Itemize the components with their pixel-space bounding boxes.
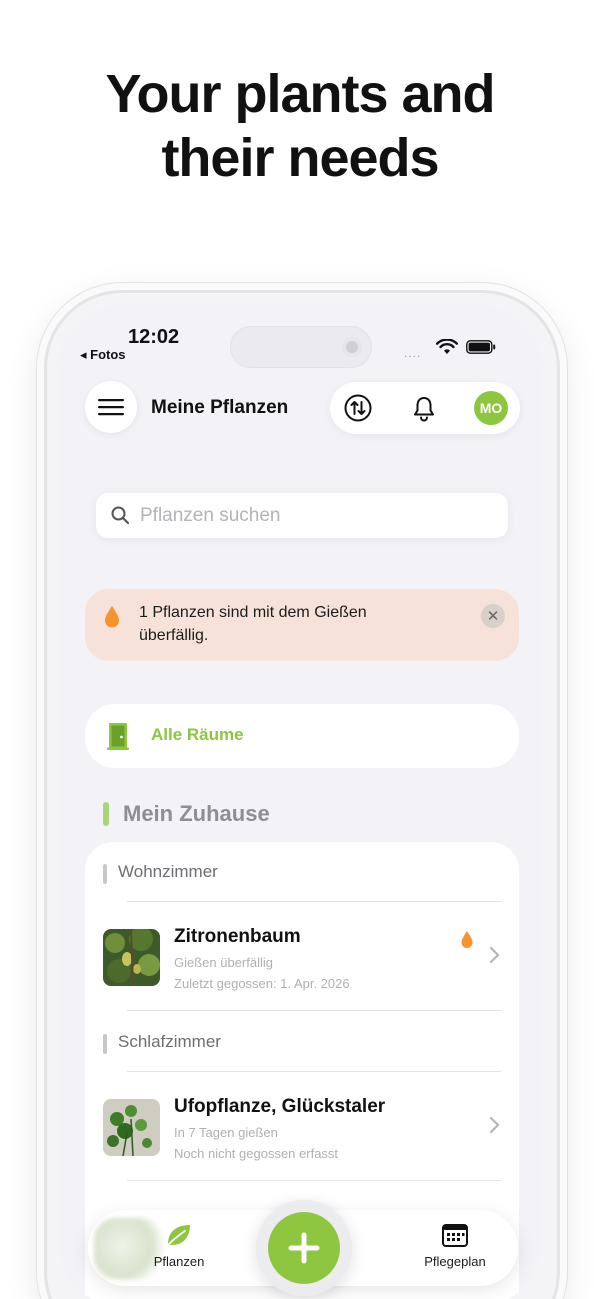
- calendar-icon: [442, 1224, 468, 1247]
- plant-photo: [103, 1099, 160, 1156]
- overdue-alert[interactable]: 1 Pflanzen sind mit dem Gießen überfälli…: [85, 589, 519, 661]
- menu-button[interactable]: [85, 381, 137, 433]
- avatar[interactable]: MO: [474, 391, 508, 425]
- plant-status: In 7 Tagen gießen: [174, 1125, 278, 1140]
- status-time: 12:02: [128, 326, 180, 348]
- header-actions: MO: [330, 382, 520, 434]
- close-icon[interactable]: ✕: [481, 604, 505, 628]
- chevron-right-icon: [489, 1116, 500, 1134]
- chevron-right-icon: [489, 946, 500, 964]
- alert-message: 1 Pflanzen sind mit dem Gießen überfälli…: [139, 604, 367, 644]
- battery-icon: [466, 340, 496, 354]
- camera-icon: [342, 337, 362, 357]
- divider: [127, 901, 501, 902]
- plant-name: Zitronenbaum: [174, 926, 301, 947]
- app-screen: 12:02 ◂ Fotos .... Meine Pflanzen MO Pfl…: [58, 306, 542, 1299]
- plant-row-zitronenbaum[interactable]: Zitronenbaum Gießen überfällig Zuletzt g…: [85, 925, 519, 1015]
- headline-line-2: their needs: [161, 128, 439, 188]
- plant-name: Ufopflanze, Glückstaler: [174, 1096, 386, 1117]
- dynamic-island: [230, 326, 372, 368]
- plus-icon: [288, 1232, 320, 1264]
- divider: [127, 1180, 501, 1181]
- leaf-icon: [167, 1225, 190, 1246]
- tab-care-plan-label: Pflegeplan: [424, 1254, 486, 1269]
- headline-line-1: Your plants and: [105, 64, 495, 124]
- door-icon: [107, 723, 129, 750]
- room-accent-bar: [103, 1034, 107, 1054]
- plant-last-watered: Zuletzt gegossen: 1. Apr. 2026: [174, 976, 350, 991]
- tab-plants-label: Pflanzen: [153, 1254, 205, 1269]
- sort-icon[interactable]: [343, 393, 373, 423]
- water-drop-icon: [105, 606, 119, 628]
- menu-icon: [98, 399, 124, 416]
- search-bar: [96, 493, 508, 538]
- room-name: Wohnzimmer: [118, 862, 218, 881]
- plant-last-watered: Noch nicht gegossen erfasst: [174, 1146, 339, 1161]
- tab-plants[interactable]: Pflanzen: [124, 1222, 234, 1269]
- room-accent-bar: [103, 864, 107, 884]
- add-plant-button[interactable]: [268, 1212, 340, 1284]
- tab-care-plan[interactable]: Pflegeplan: [400, 1222, 510, 1269]
- divider: [127, 1010, 501, 1011]
- search-icon: [111, 506, 130, 525]
- wifi-icon: [436, 339, 458, 354]
- room-name: Schlafzimmer: [118, 1032, 221, 1051]
- bell-icon[interactable]: [410, 394, 438, 422]
- back-to-app-link[interactable]: ◂ Fotos: [80, 347, 126, 363]
- page-title: Meine Pflanzen: [151, 397, 289, 418]
- plant-row-ufopflanze[interactable]: Ufopflanze, Glückstaler In 7 Tagen gieße…: [85, 1095, 519, 1185]
- section-title: Mein Zuhause: [123, 801, 270, 826]
- divider: [127, 1071, 501, 1072]
- promo-headline: Your plants and their needs: [0, 62, 600, 190]
- section-accent-bar: [103, 802, 109, 826]
- signal-icon: ....: [404, 346, 422, 360]
- plant-status: Gießen überfällig: [174, 955, 273, 970]
- plant-photo: [103, 929, 160, 986]
- search-input[interactable]: [140, 493, 490, 538]
- all-rooms-button[interactable]: Alle Räume: [85, 704, 519, 768]
- water-drop-icon: [461, 931, 473, 948]
- all-rooms-label: Alle Räume: [151, 725, 244, 744]
